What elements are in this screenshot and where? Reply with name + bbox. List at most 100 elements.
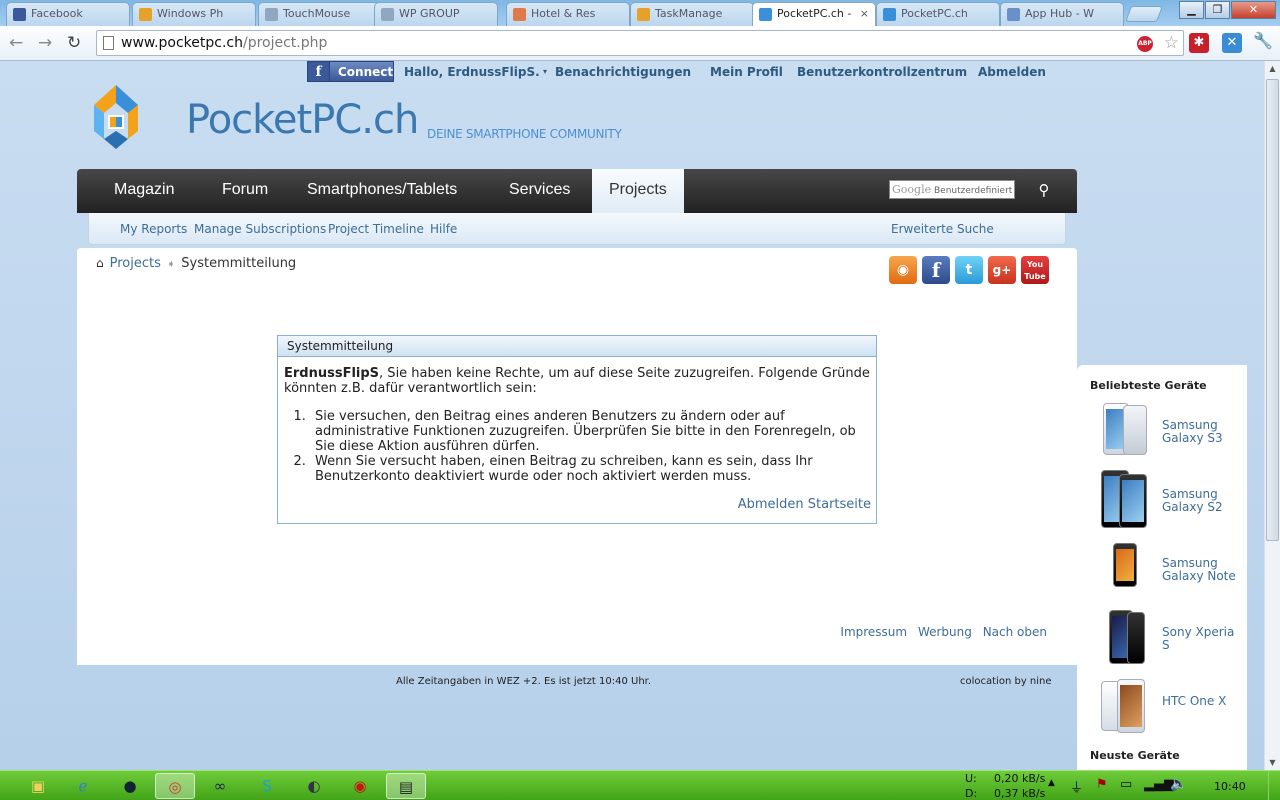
facebook-icon[interactable]: f xyxy=(922,256,950,284)
message-actions: Abmelden Startseite xyxy=(738,497,871,512)
extension-asterisk-icon[interactable]: ✱ xyxy=(1189,33,1209,53)
subnav-manage-subscriptions[interactable]: Manage Subscriptions xyxy=(194,222,326,236)
browser-tab[interactable]: TaskManage xyxy=(630,2,754,26)
browser-tab[interactable]: Hotel & Res xyxy=(506,2,630,26)
timezone-info: Alle Zeitangaben in WEZ +2. Es ist jetzt… xyxy=(396,676,652,687)
browser-tab[interactable]: Facebook xyxy=(6,2,130,26)
wrench-menu-icon[interactable]: 🔧 xyxy=(1253,31,1273,50)
nav-item-projects[interactable]: Projects xyxy=(592,169,684,213)
volume-icon[interactable]: 🔈 xyxy=(1170,776,1187,792)
system-clock[interactable]: 10:40 xyxy=(1214,780,1246,793)
logout-link[interactable]: Abmelden xyxy=(978,65,1046,79)
nav-item-smartphones[interactable]: Smartphones/Tablets xyxy=(307,169,457,213)
internet-explorer-icon[interactable]: ℯ xyxy=(63,773,103,799)
site-logo-text[interactable]: PocketPC.ch xyxy=(186,97,419,143)
device-image xyxy=(1099,401,1149,459)
system-message-box: Systemmitteilung ErdnussFlipS, Sie haben… xyxy=(277,335,877,524)
device-name[interactable]: Samsung Galaxy S3 xyxy=(1162,419,1242,445)
breadcrumb-projects[interactable]: Projects xyxy=(110,256,161,271)
pocketpc-logo-icon[interactable] xyxy=(86,81,146,157)
home-icon[interactable]: ⌂ xyxy=(96,256,104,270)
back-arrow-icon[interactable]: ← xyxy=(9,33,23,53)
browser-tab[interactable]: Windows Ph xyxy=(132,2,256,26)
message-username: ErdnussFlipS xyxy=(284,366,380,381)
notifications-arrow-icon[interactable]: ▾ xyxy=(543,67,547,76)
new-tab-button[interactable] xyxy=(1125,6,1163,22)
explorer-icon[interactable]: ▣ xyxy=(18,773,58,799)
tray-expand-icon[interactable]: ▲ xyxy=(1048,778,1055,788)
rss-icon[interactable]: ◉ xyxy=(889,256,917,284)
recorder-icon[interactable]: ◉ xyxy=(340,773,380,799)
logout-link[interactable]: Abmelden xyxy=(738,497,804,512)
subnav-project-timeline[interactable]: Project Timeline xyxy=(328,222,424,236)
list-item[interactable]: Samsung Galaxy S3 xyxy=(1095,401,1255,461)
google-plus-icon[interactable]: g+ xyxy=(988,256,1016,284)
notifications-link[interactable]: Benachrichtigungen xyxy=(555,65,691,79)
pocketpc-favicon-icon xyxy=(759,8,772,21)
search-input[interactable]: Google Benutzerdefiniert xyxy=(889,180,1015,199)
back-to-top-link[interactable]: Nach oben xyxy=(983,625,1047,639)
youtube-icon[interactable]: You Tube xyxy=(1021,256,1049,284)
net-up-speed: 0,20 kB/s xyxy=(994,772,1046,785)
werbung-link[interactable]: Werbung xyxy=(918,625,972,639)
extension-cross-icon[interactable]: ✕ xyxy=(1222,33,1242,53)
vertical-scrollbar[interactable]: ▲ ▼ xyxy=(1264,61,1280,770)
usb-icon[interactable]: ⏚ xyxy=(1070,777,1083,796)
browser-tab[interactable]: TouchMouse xyxy=(258,2,382,26)
close-tab-icon[interactable]: × xyxy=(860,7,869,20)
scroll-down-icon[interactable]: ▼ xyxy=(1265,755,1280,770)
subnav-hilfe[interactable]: Hilfe xyxy=(430,222,457,236)
browser-tab-bar: Facebook Windows Ph TouchMouse WP GROUP … xyxy=(0,0,1280,26)
show-desktop-button[interactable] xyxy=(1268,771,1280,800)
speaker-app-icon[interactable]: ◐ xyxy=(294,773,334,799)
breadcrumb-current: Systemmitteilung xyxy=(181,256,297,271)
home-link[interactable]: Startseite xyxy=(808,497,871,512)
list-item[interactable]: HTC One X xyxy=(1095,677,1255,737)
main-navigation: Magazin Forum Smartphones/Tablets Servic… xyxy=(77,169,1077,213)
browser-tab[interactable]: PocketPC.ch xyxy=(876,2,1000,26)
subnav-my-reports[interactable]: My Reports xyxy=(120,222,187,236)
device-name[interactable]: Sony Xperia S xyxy=(1162,626,1242,652)
scroll-up-icon[interactable]: ▲ xyxy=(1265,61,1280,76)
message-body: ErdnussFlipS, Sie haben keine Rechte, um… xyxy=(278,357,876,484)
device-name[interactable]: Samsung Galaxy Note xyxy=(1162,557,1242,583)
minimize-button[interactable]: ▁ xyxy=(1179,1,1204,19)
device-name[interactable]: Samsung Galaxy S2 xyxy=(1162,488,1242,514)
adblock-icon[interactable]: ABP xyxy=(1137,36,1153,52)
media-player-icon[interactable]: ● xyxy=(110,773,150,799)
window-app-icon[interactable]: ▤ xyxy=(386,773,426,799)
facebook-favicon-icon xyxy=(13,8,26,21)
browser-tab-active[interactable]: PocketPC.ch - × xyxy=(752,2,876,26)
chrome-icon[interactable]: ◎ xyxy=(155,773,195,799)
bookmark-star-icon[interactable]: ☆ xyxy=(1164,31,1179,55)
list-item[interactable]: Sony Xperia S xyxy=(1095,608,1255,668)
list-item[interactable]: Samsung Galaxy Note xyxy=(1095,539,1255,599)
facebook-connect-button[interactable]: f Connect xyxy=(307,61,394,82)
nav-item-forum[interactable]: Forum xyxy=(222,169,268,213)
reload-icon[interactable]: ↻ xyxy=(67,33,81,53)
nav-item-services[interactable]: Services xyxy=(509,169,570,213)
flag-icon[interactable]: ⚑ xyxy=(1096,777,1108,792)
twitter-icon[interactable]: t xyxy=(955,256,983,284)
connection-icon[interactable]: ∞ xyxy=(200,773,240,799)
advanced-search-link[interactable]: Erweiterte Suche xyxy=(891,222,994,236)
skype-icon[interactable]: S xyxy=(247,773,287,799)
profile-link[interactable]: Mein Profil xyxy=(710,65,783,79)
app-hub-favicon-icon xyxy=(1007,8,1020,21)
search-icon[interactable]: ⚲ xyxy=(1032,179,1056,201)
browser-tab[interactable]: App Hub - W xyxy=(1000,2,1124,26)
forward-arrow-icon[interactable]: → xyxy=(38,33,52,53)
browser-tab[interactable]: WP GROUP xyxy=(374,2,498,26)
breadcrumb: ⌂ Projects ➧ Systemmitteilung xyxy=(96,256,296,271)
maximize-button[interactable]: ❐ xyxy=(1205,1,1230,19)
impressum-link[interactable]: Impressum xyxy=(840,625,907,639)
device-name[interactable]: HTC One X xyxy=(1162,695,1242,708)
scrollbar-thumb[interactable] xyxy=(1266,79,1279,541)
window-close-button[interactable]: ✕ xyxy=(1231,1,1276,19)
address-bar[interactable]: www.pocketpc.ch/project.php ABP ☆ xyxy=(96,30,1184,56)
list-item[interactable]: Samsung Galaxy S2 xyxy=(1095,470,1255,530)
battery-icon[interactable]: ▭ xyxy=(1120,777,1132,792)
control-center-link[interactable]: Benutzerkontrollzentrum xyxy=(797,65,967,79)
nav-item-magazin[interactable]: Magazin xyxy=(114,169,174,213)
popular-devices-title: Beliebteste Geräte xyxy=(1090,379,1207,392)
